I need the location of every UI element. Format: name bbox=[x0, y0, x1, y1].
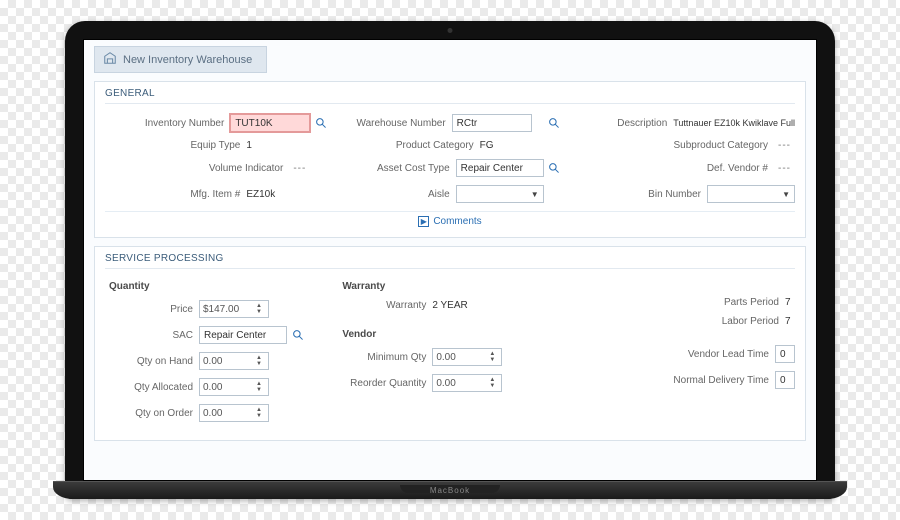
inventory-lookup-icon[interactable] bbox=[314, 116, 328, 130]
laptop-brand: MacBook bbox=[430, 486, 470, 495]
aisle-label: Aisle bbox=[428, 189, 452, 200]
bin-number-label: Bin Number bbox=[648, 189, 703, 200]
parts-period-label: Parts Period bbox=[724, 297, 781, 308]
inventory-number-input[interactable] bbox=[230, 114, 310, 132]
normal-delivery-time-label: Normal Delivery Time bbox=[673, 375, 771, 386]
comments-icon: ▶ bbox=[418, 216, 429, 227]
warranty-label: Warranty bbox=[338, 300, 428, 311]
qoo-label: Qty on Order bbox=[105, 408, 195, 419]
laptop-frame: New Inventory Warehouse GENERAL Inventor… bbox=[65, 21, 835, 499]
vendor-lead-time-input[interactable] bbox=[775, 345, 795, 363]
camera-dot bbox=[448, 28, 453, 33]
qoh-input[interactable]: 0.00▲▼ bbox=[199, 352, 269, 370]
warehouse-icon bbox=[103, 51, 117, 68]
parts-period-value: 7 bbox=[785, 297, 795, 308]
chevron-down-icon: ▼ bbox=[782, 190, 790, 199]
asset-cost-type-input[interactable] bbox=[456, 159, 544, 177]
volume-indicator-label: Volume Indicator bbox=[209, 163, 286, 174]
inventory-number-label: Inventory Number bbox=[145, 118, 226, 129]
window-title: New Inventory Warehouse bbox=[123, 54, 252, 66]
normal-delivery-time-input[interactable] bbox=[775, 371, 795, 389]
qal-label: Qty Allocated bbox=[105, 382, 195, 393]
warranty-subheader: Warranty bbox=[342, 281, 561, 292]
quantity-subheader: Quantity bbox=[109, 281, 328, 292]
labor-period-label: Labor Period bbox=[722, 316, 781, 327]
asset-cost-type-label: Asset Cost Type bbox=[377, 163, 452, 174]
price-label: Price bbox=[105, 304, 195, 315]
app-screen: New Inventory Warehouse GENERAL Inventor… bbox=[83, 39, 817, 481]
qal-input[interactable]: 0.00▲▼ bbox=[199, 378, 269, 396]
product-category-value: FG bbox=[480, 140, 544, 151]
description-label: Description bbox=[617, 118, 669, 129]
volume-indicator-value[interactable]: --- bbox=[289, 163, 310, 174]
description-value: Tuttnauer EZ10k Kwiklave Full bbox=[673, 118, 795, 128]
vendor-lead-time-label: Vendor Lead Time bbox=[688, 349, 771, 360]
reorder-qty-input[interactable]: 0.00▲▼ bbox=[432, 374, 502, 392]
general-panel: GENERAL Inventory Number Warehouse Numbe… bbox=[94, 81, 806, 238]
bin-select[interactable]: ▼ bbox=[707, 185, 795, 203]
subproduct-category-value[interactable]: --- bbox=[774, 140, 795, 151]
comments-label: Comments bbox=[433, 216, 481, 227]
mfg-item-label: Mfg. Item # bbox=[190, 189, 242, 200]
reorder-qty-label: Reorder Quantity bbox=[338, 378, 428, 389]
equip-type-label: Equip Type bbox=[190, 140, 242, 151]
laptop-base: MacBook bbox=[53, 481, 847, 499]
service-header: SERVICE PROCESSING bbox=[105, 253, 795, 269]
service-panel: SERVICE PROCESSING Quantity Price $147.0… bbox=[94, 246, 806, 441]
warehouse-number-label: Warehouse Number bbox=[357, 118, 448, 129]
price-input[interactable]: $147.00▲▼ bbox=[199, 300, 269, 318]
window-title-tab[interactable]: New Inventory Warehouse bbox=[94, 46, 267, 73]
qoh-label: Qty on Hand bbox=[105, 356, 195, 367]
warehouse-lookup-icon[interactable] bbox=[548, 116, 562, 130]
equip-type-value: 1 bbox=[246, 140, 310, 151]
min-qty-input[interactable]: 0.00▲▼ bbox=[432, 348, 502, 366]
sac-label: SAC bbox=[105, 330, 195, 341]
warranty-value: 2 YEAR bbox=[432, 300, 496, 311]
qoo-input[interactable]: 0.00▲▼ bbox=[199, 404, 269, 422]
product-category-label: Product Category bbox=[396, 140, 476, 151]
chevron-down-icon: ▼ bbox=[531, 190, 539, 199]
vendor-subheader: Vendor bbox=[342, 329, 561, 340]
comments-link[interactable]: ▶ Comments bbox=[105, 211, 795, 227]
asset-cost-lookup-icon[interactable] bbox=[548, 161, 562, 175]
mfg-item-value: EZ10k bbox=[246, 189, 310, 200]
sac-lookup-icon[interactable] bbox=[291, 328, 305, 342]
min-qty-label: Minimum Qty bbox=[338, 352, 428, 363]
sac-input[interactable] bbox=[199, 326, 287, 344]
def-vendor-value[interactable]: --- bbox=[774, 163, 795, 174]
warehouse-number-input[interactable] bbox=[452, 114, 532, 132]
general-header: GENERAL bbox=[105, 88, 795, 104]
def-vendor-label: Def. Vendor # bbox=[707, 163, 770, 174]
labor-period-value: 7 bbox=[785, 316, 795, 327]
aisle-select[interactable]: ▼ bbox=[456, 185, 544, 203]
subproduct-category-label: Subproduct Category bbox=[673, 140, 770, 151]
